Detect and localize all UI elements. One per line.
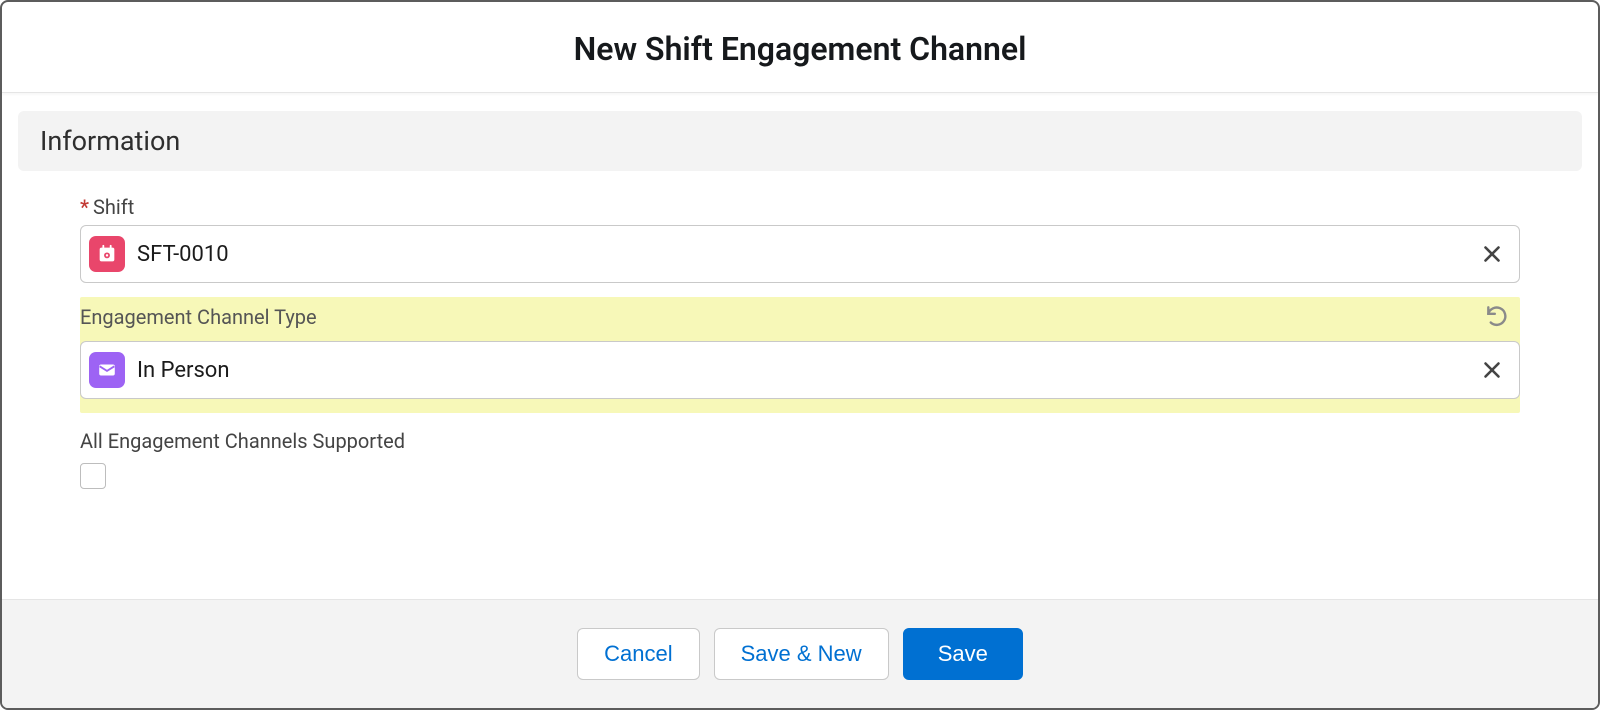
dialog-footer: Cancel Save & New Save [2, 599, 1598, 708]
dialog-header: New Shift Engagement Channel [2, 2, 1598, 93]
field-shift-label: * Shift [80, 195, 1520, 219]
field-engagement-label: Engagement Channel Type [80, 305, 1520, 335]
dialog-title: New Shift Engagement Channel [26, 30, 1574, 68]
cancel-button[interactable]: Cancel [577, 628, 699, 680]
field-all-supported: All Engagement Channels Supported [18, 419, 1582, 489]
save-and-new-button[interactable]: Save & New [714, 628, 889, 680]
dialog-body: Information * Shift SFT-0010 [2, 93, 1598, 599]
all-supported-checkbox[interactable] [80, 463, 106, 489]
field-shift-label-text: Shift [93, 195, 134, 219]
field-shift: * Shift SFT-0010 [18, 189, 1582, 291]
clear-shift-icon[interactable] [1479, 241, 1505, 267]
engagement-lookup-value: In Person [137, 358, 1467, 383]
shift-lookup-input[interactable]: SFT-0010 [80, 225, 1520, 283]
calendar-icon [89, 236, 125, 272]
save-button[interactable]: Save [903, 628, 1023, 680]
engagement-lookup-input[interactable]: In Person [80, 341, 1520, 399]
mail-icon [89, 352, 125, 388]
required-mark: * [80, 195, 89, 219]
field-all-supported-label: All Engagement Channels Supported [80, 429, 1520, 453]
shift-lookup-value: SFT-0010 [137, 242, 1467, 267]
new-shift-engagement-dialog: New Shift Engagement Channel Information… [0, 0, 1600, 710]
undo-icon[interactable] [1484, 303, 1510, 329]
field-engagement-highlight: Engagement Channel Type In Person [80, 297, 1520, 413]
section-heading-information: Information [18, 111, 1582, 171]
clear-engagement-icon[interactable] [1479, 357, 1505, 383]
